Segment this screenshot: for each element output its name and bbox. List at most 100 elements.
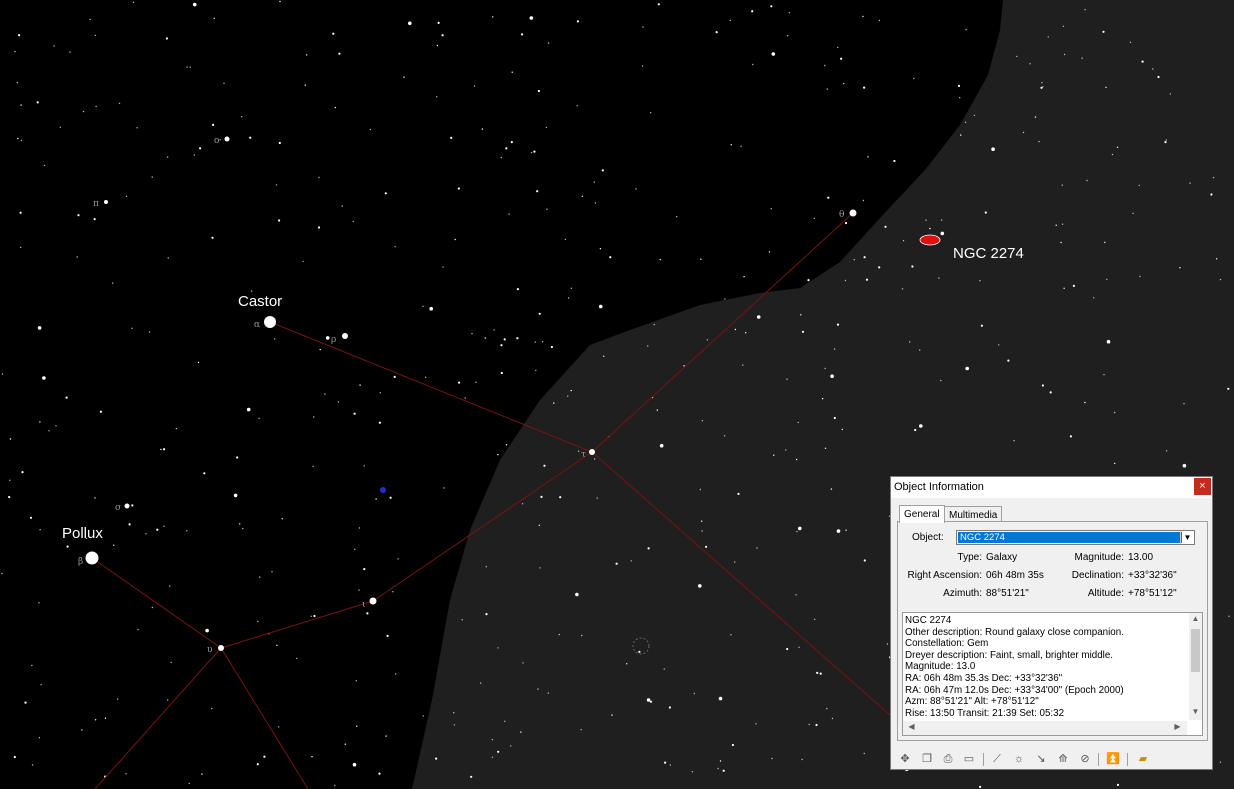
type-value: Galaxy — [986, 552, 1018, 563]
background-star — [1, 373, 4, 375]
background-star — [223, 82, 225, 85]
scroll-down-icon[interactable]: ▼ — [1189, 707, 1202, 716]
sync-icon[interactable]: ⟰ — [1055, 751, 1071, 767]
folder-icon[interactable]: ▰ — [1135, 751, 1151, 767]
background-star — [878, 266, 881, 269]
background-star — [801, 330, 805, 333]
background-star — [830, 488, 833, 490]
background-star — [581, 195, 584, 197]
observer-icon[interactable]: ☼ — [1011, 751, 1027, 767]
background-star — [1113, 411, 1116, 414]
background-star — [785, 449, 787, 451]
pi-star[interactable] — [104, 200, 108, 204]
background-star — [1016, 55, 1018, 58]
background-star — [1106, 339, 1111, 344]
up-icon[interactable]: ⏫ — [1105, 751, 1121, 767]
scroll-right-icon[interactable]: ▶ — [1171, 722, 1184, 731]
background-star — [19, 246, 22, 249]
background-star — [491, 756, 494, 758]
background-star — [599, 248, 602, 250]
background-star — [740, 145, 742, 147]
background-star — [82, 110, 85, 113]
castor-star[interactable] — [264, 316, 276, 328]
background-star — [279, 0, 281, 3]
background-star — [1114, 462, 1116, 465]
planet-marker[interactable] — [380, 487, 386, 493]
background-star — [236, 456, 239, 459]
track-icon[interactable]: ⊘ — [1077, 751, 1093, 767]
background-star — [1179, 267, 1181, 269]
background-star — [13, 755, 16, 759]
vertical-scrollbar[interactable]: ▲ ▼ — [1189, 613, 1202, 720]
background-star — [630, 560, 632, 562]
background-star — [422, 305, 424, 307]
background-star — [642, 26, 644, 28]
background-star — [801, 758, 803, 761]
background-star — [919, 424, 923, 428]
background-star — [867, 156, 869, 158]
scroll-up-icon[interactable]: ▲ — [1189, 614, 1202, 623]
background-star — [242, 527, 244, 530]
background-star — [453, 724, 456, 726]
background-star — [530, 152, 533, 154]
background-star — [385, 735, 387, 737]
chevron-down-icon[interactable]: ▼ — [1180, 531, 1194, 544]
background-star — [844, 221, 848, 225]
scroll-left-icon[interactable]: ◀ — [905, 722, 918, 731]
background-star — [8, 495, 11, 499]
background-star — [698, 584, 702, 588]
sigma-star[interactable] — [124, 503, 130, 509]
pollux-star[interactable] — [85, 551, 99, 565]
description-textbox[interactable]: NGC 2274 Other description: Round galaxy… — [902, 612, 1203, 736]
background-star — [473, 85, 476, 87]
object-select[interactable]: NGC 2274 ▼ — [956, 530, 1195, 545]
scroll-thumb[interactable] — [1191, 629, 1200, 672]
center-icon[interactable]: ✥ — [897, 751, 913, 767]
theta-star[interactable] — [849, 209, 857, 217]
background-star — [756, 315, 761, 319]
slew-icon[interactable]: ↘ — [1033, 751, 1049, 767]
background-star — [132, 1, 135, 4]
background-star — [960, 134, 962, 136]
background-star — [384, 192, 387, 195]
background-star — [233, 493, 238, 498]
title-bar[interactable]: Object Information × — [891, 477, 1212, 498]
horizontal-scrollbar[interactable]: ◀ ▶ — [903, 721, 1187, 735]
close-button[interactable]: × — [1194, 478, 1211, 495]
background-star — [318, 176, 320, 179]
background-star — [752, 63, 754, 66]
background-star — [485, 613, 488, 616]
target-galaxy-marker[interactable] — [919, 234, 941, 246]
upsilon-star[interactable] — [218, 645, 224, 651]
background-star — [461, 619, 463, 621]
book-icon[interactable]: ▭ — [961, 751, 977, 767]
background-star — [516, 288, 520, 291]
background-star — [831, 717, 834, 720]
background-star — [925, 219, 927, 221]
print-icon[interactable]: ⎙ — [940, 751, 956, 767]
background-star — [393, 375, 396, 378]
background-star — [397, 558, 399, 560]
background-star — [878, 19, 881, 22]
background-star — [167, 699, 169, 701]
background-star — [116, 698, 119, 700]
object-information-window[interactable]: Object Information × General Multimedia … — [890, 476, 1213, 770]
background-star — [313, 416, 315, 418]
omicron-star[interactable] — [224, 136, 230, 142]
background-star — [136, 127, 138, 129]
tab-general[interactable]: General — [899, 505, 945, 523]
background-star — [125, 773, 127, 775]
telescope-icon[interactable]: ⟋ — [989, 751, 1005, 767]
iota-star[interactable] — [369, 597, 377, 605]
background-star — [886, 643, 889, 645]
background-star — [441, 34, 444, 37]
background-star — [66, 545, 69, 548]
rho-star[interactable] — [342, 333, 348, 339]
tau-star[interactable] — [589, 449, 595, 455]
background-star — [18, 34, 21, 37]
background-star — [1103, 373, 1105, 376]
background-star — [577, 450, 580, 452]
background-star — [353, 412, 356, 415]
copy-icon[interactable]: ❐ — [919, 751, 935, 767]
background-star — [341, 205, 343, 207]
